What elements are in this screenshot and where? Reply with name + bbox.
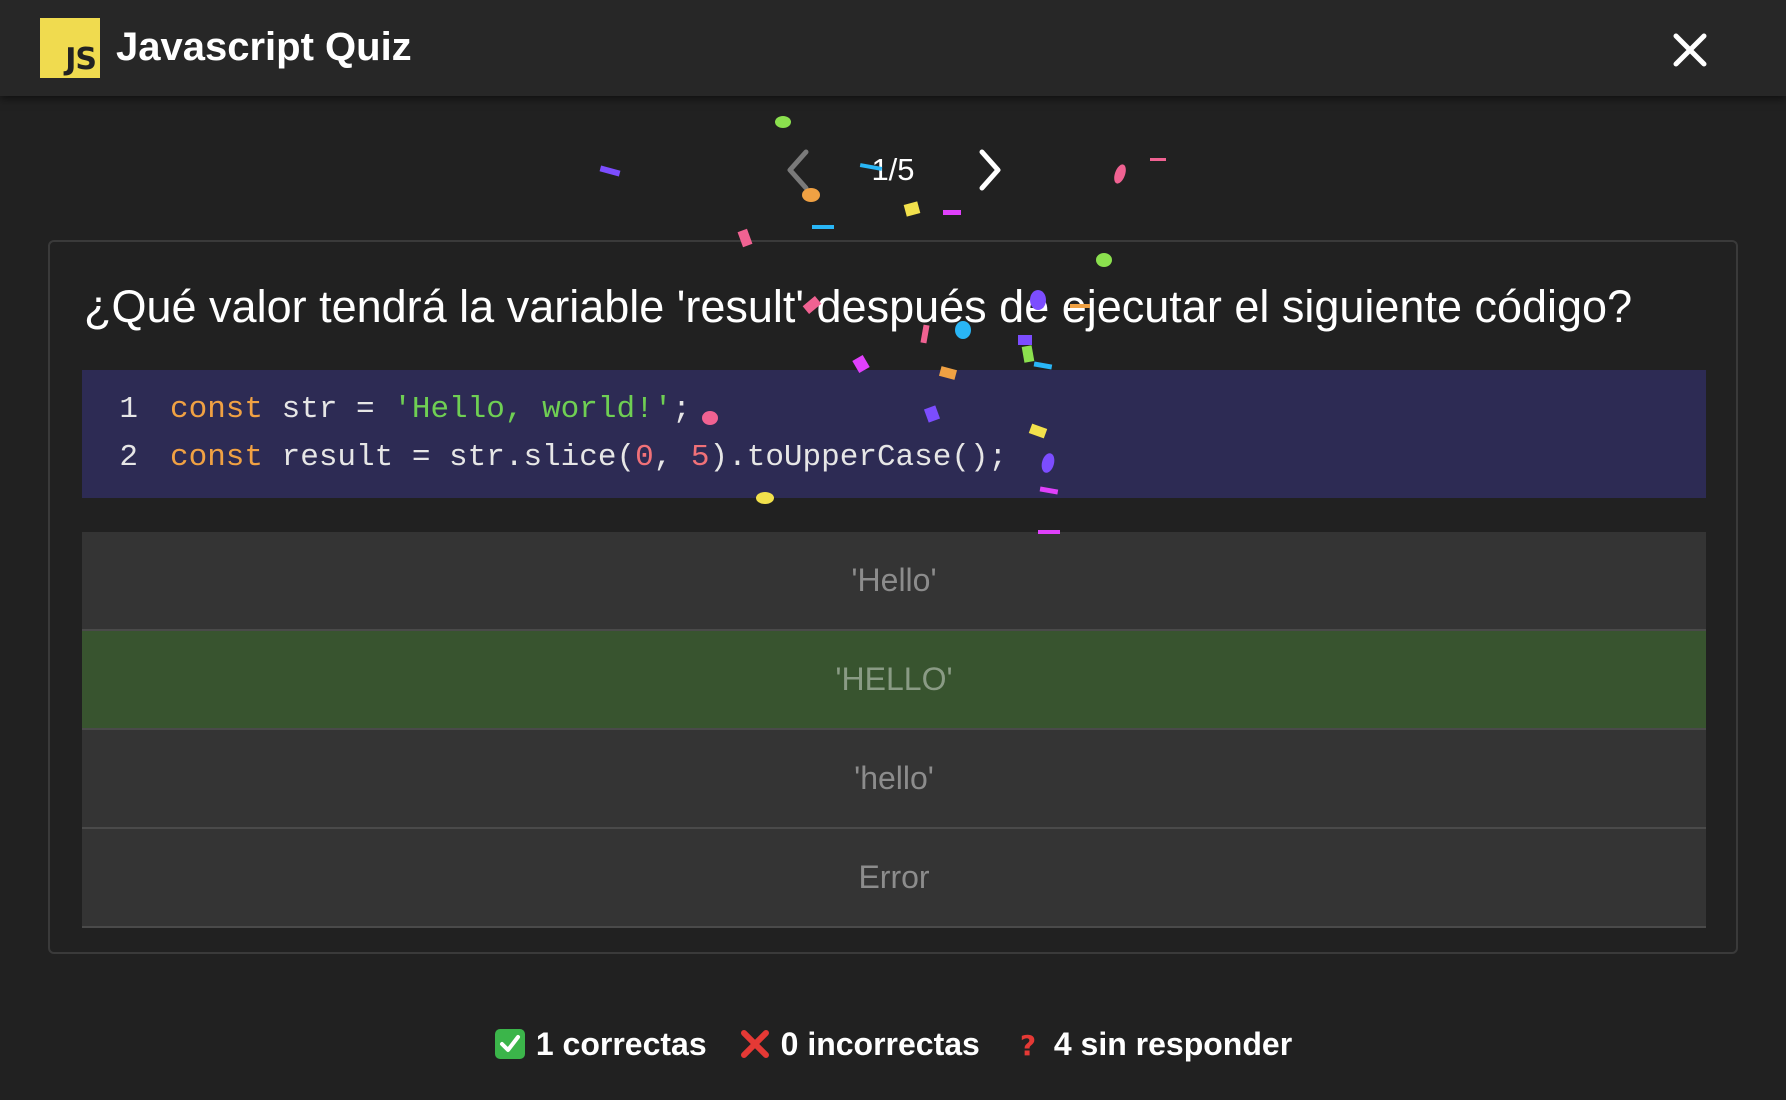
code-block: 1 const str = 'Hello, world!'; 2 const res… bbox=[82, 370, 1706, 498]
close-icon bbox=[1673, 33, 1707, 67]
answer-option-correct[interactable]: 'HELLO' bbox=[82, 631, 1706, 730]
unanswered-count-label: 4 sin responder bbox=[1053, 1025, 1293, 1062]
logo-text: JS bbox=[65, 42, 97, 77]
incorrect-count-label: 0 incorrectas bbox=[780, 1025, 980, 1062]
code-keyword: const bbox=[170, 440, 264, 475]
next-question-button[interactable] bbox=[970, 146, 1010, 194]
code-text: str = bbox=[263, 392, 394, 427]
correct-count-label: 1 correctas bbox=[535, 1025, 707, 1062]
answer-option[interactable]: 'Hello' bbox=[82, 532, 1706, 631]
svg-text:?: ? bbox=[1020, 1029, 1036, 1060]
answer-list: 'Hello' 'HELLO' 'hello' Error bbox=[82, 532, 1706, 928]
question-text: ¿Qué valor tendrá la variable 'result' d… bbox=[84, 281, 1633, 332]
question-card: ¿Qué valor tendrá la variable 'result' d… bbox=[48, 240, 1738, 954]
cross-mark-icon bbox=[740, 1030, 769, 1058]
code-text: , bbox=[653, 440, 691, 475]
chevron-left-icon bbox=[787, 149, 809, 191]
app-title: Javascript Quiz bbox=[116, 25, 412, 69]
question-counter: 1/5 bbox=[871, 152, 915, 187]
check-mark-icon bbox=[494, 1029, 525, 1059]
unanswered-count: ? 4 sin responder bbox=[1012, 1026, 1292, 1063]
line-number: 2 bbox=[119, 440, 138, 475]
question-navigation: 1/5 bbox=[0, 140, 1786, 200]
question-mark-icon: ? bbox=[1020, 1029, 1036, 1060]
incorrect-count: 0 incorrectas bbox=[739, 1026, 980, 1063]
line-number: 1 bbox=[119, 392, 138, 427]
answer-option[interactable]: 'hello' bbox=[82, 730, 1706, 829]
answer-option[interactable]: Error bbox=[82, 829, 1706, 928]
chevron-right-icon bbox=[979, 149, 1001, 191]
code-line: 1 const str = 'Hello, world!'; bbox=[82, 386, 691, 434]
score-summary: 1 correctas 0 incorrectas ? 4 sin respon… bbox=[0, 1022, 1786, 1066]
correct-count: 1 correctas bbox=[494, 1026, 707, 1063]
code-text: result = str.slice( bbox=[263, 440, 636, 475]
close-button[interactable] bbox=[1666, 26, 1714, 74]
previous-question-button[interactable] bbox=[778, 146, 818, 194]
code-number: 0 bbox=[635, 440, 654, 475]
code-text: ).toUpperCase(); bbox=[709, 440, 1008, 475]
code-line: 2 const result = str.slice(0, 5).toUpperC… bbox=[82, 434, 1007, 482]
app-bar: JS Javascript Quiz bbox=[0, 0, 1786, 96]
code-string: 'Hello, world!' bbox=[393, 392, 673, 427]
code-number: 5 bbox=[690, 440, 710, 475]
code-keyword: const bbox=[170, 392, 264, 427]
code-text: ; bbox=[672, 392, 691, 427]
js-logo: JS bbox=[40, 18, 100, 78]
